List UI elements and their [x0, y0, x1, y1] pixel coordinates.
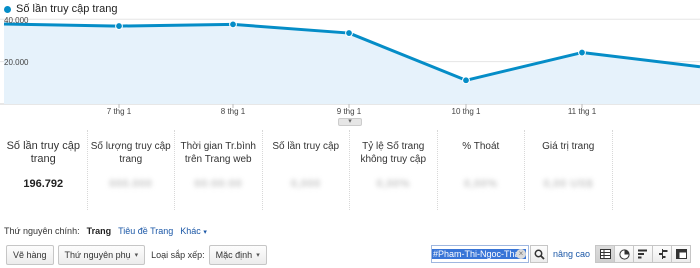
- comparison-icon: [658, 249, 667, 259]
- dimension-tab-page-title[interactable]: Tiêu đề Trang: [118, 226, 173, 236]
- chevron-down-icon: ▾: [203, 229, 207, 236]
- x-tick-label: 9 thg 1: [337, 107, 362, 116]
- chevron-down-icon: ▾: [134, 252, 139, 259]
- scorecard: Thời gian Tr.bình trên Trang web 00:00:0…: [175, 130, 263, 210]
- y-tick-label: 40.000: [4, 16, 29, 25]
- scorecard-value-blurred: 0,00%: [463, 178, 498, 190]
- collapse-arrow-icon: ▾: [348, 118, 352, 125]
- data-point[interactable]: [578, 48, 586, 57]
- x-tick-label: 11 thg 1: [568, 107, 597, 116]
- chevron-down-icon: ▾: [256, 252, 260, 259]
- pie-icon: [618, 248, 630, 260]
- performance-view-button[interactable]: [633, 245, 653, 263]
- performance-icon: [637, 249, 647, 259]
- scorecard-label: Số lần truy cập: [272, 141, 340, 152]
- scorecard-value: 196.792: [23, 178, 64, 190]
- secondary-dimension-dropdown[interactable]: Thứ nguyên phụ ▾: [57, 245, 146, 265]
- table-icon: [599, 249, 611, 259]
- trend-chart-svg: 7 thg 1 8 thg 1 9 thg 1 10 thg 1 11 thg 1 40…: [0, 16, 700, 116]
- secondary-dimension-label: Thứ nguyên phụ: [64, 250, 131, 260]
- dimension-other-label: Khác: [180, 226, 201, 236]
- scorecard-label: % Thoát: [462, 141, 500, 152]
- scorecard: Số lần truy cập trang 196.792: [0, 130, 88, 210]
- x-tick-label: 8 thg 1: [221, 107, 246, 116]
- table-toolbar: Vẽ hàng Thứ nguyên phụ ▾ Loại sắp xếp: M…: [0, 242, 700, 268]
- scorecard-label: [613, 140, 700, 166]
- sort-type-value: Mặc định: [215, 250, 253, 260]
- scorecard-value-blurred: 0,000: [290, 178, 321, 190]
- scorecard: Giá trị trang 0,00 US$: [525, 130, 613, 210]
- legend-dot-icon: [4, 5, 11, 13]
- pie-view-button[interactable]: [614, 245, 634, 263]
- data-point[interactable]: [229, 20, 237, 29]
- dimension-tab-page[interactable]: Trang: [87, 226, 112, 236]
- scorecard: Số lượng truy cập trang 000.000: [88, 130, 175, 210]
- x-tick-label: 7 thg 1: [107, 107, 132, 116]
- scorecard-value-blurred: 00:00:00: [194, 178, 243, 190]
- scorecard-label: Số lượng truy cập trang: [90, 141, 171, 165]
- scorecard: % Thoát 0,00%: [438, 130, 525, 210]
- plot-rows-label: Vẽ hàng: [13, 250, 47, 260]
- scorecard: [613, 130, 700, 210]
- search-button[interactable]: [530, 245, 548, 263]
- table-filter-input[interactable]: #Pham-Thi-Ngoc-Thao ×: [431, 245, 529, 263]
- chart-collapse-handle[interactable]: ▾: [338, 118, 362, 126]
- view-switcher: [595, 245, 691, 263]
- dimension-other-dropdown[interactable]: Khác ▾: [180, 226, 207, 236]
- scorecard-label: Thời gian Tr.bình trên Trang web: [180, 141, 257, 165]
- data-point[interactable]: [462, 76, 470, 85]
- table-view-button[interactable]: [595, 245, 615, 263]
- sort-type-label: Loại sắp xếp:: [151, 250, 205, 260]
- sort-type-dropdown[interactable]: Mặc định ▾: [208, 245, 267, 265]
- search-icon: [534, 249, 545, 260]
- series-area: [4, 23, 700, 104]
- clear-icon[interactable]: ×: [516, 249, 526, 259]
- data-point[interactable]: [115, 22, 123, 30]
- scorecard-label: Số lần truy cập trang: [6, 140, 80, 165]
- legend-series-label: Số lần truy cập trang: [16, 3, 118, 15]
- pivot-icon: [675, 249, 687, 259]
- y-tick-label: 20.000: [4, 58, 29, 67]
- scorecard-value-blurred: 000.000: [109, 178, 153, 190]
- comparison-view-button[interactable]: [652, 245, 672, 263]
- scorecard-label: Giá trị trang: [542, 141, 595, 152]
- plot-rows-button[interactable]: Vẽ hàng: [6, 245, 54, 265]
- scorecard-value-blurred: 0,00 US$: [543, 178, 594, 190]
- scorecard-row: Số lần truy cập trang 196.792 Số lượng t…: [0, 130, 700, 210]
- table-filter-value: #Pham-Thi-Ngoc-Thao: [432, 249, 526, 259]
- primary-dimension-row: Thứ nguyên chính: Trang Tiêu đề Trang Kh…: [4, 226, 207, 236]
- primary-dimension-prefix: Thứ nguyên chính:: [4, 226, 80, 236]
- chart-legend[interactable]: Số lần truy cập trang: [4, 3, 118, 15]
- scorecard-value-blurred: 0,00%: [376, 178, 411, 190]
- scorecard: Tỷ lệ Số trang không truy cập 0,00%: [350, 130, 438, 210]
- x-tick-label: 10 thg 1: [452, 107, 481, 116]
- data-point[interactable]: [345, 29, 353, 37]
- advanced-filter-link[interactable]: nâng cao: [553, 249, 590, 259]
- trend-chart: 7 thg 1 8 thg 1 9 thg 1 10 thg 1 11 thg 1 40…: [0, 0, 700, 120]
- pivot-view-button[interactable]: [671, 245, 691, 263]
- scorecard-label: Tỷ lệ Số trang không truy cập: [360, 141, 427, 165]
- scorecard: Số lần truy cập 0,000: [263, 130, 350, 210]
